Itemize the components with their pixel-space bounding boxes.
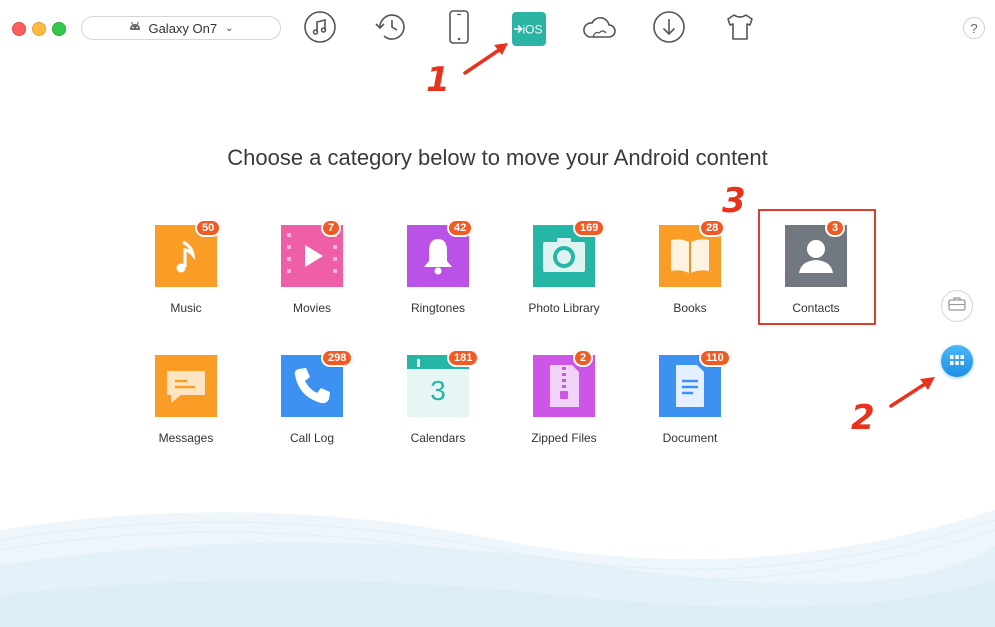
arrow-step2	[889, 377, 935, 408]
background-wave	[0, 510, 995, 627]
annotation-step-1: 1	[426, 60, 450, 100]
annotation-step-2: 2	[851, 398, 875, 438]
annotation-step-3: 3	[722, 181, 746, 221]
arrow-step1	[463, 43, 508, 75]
